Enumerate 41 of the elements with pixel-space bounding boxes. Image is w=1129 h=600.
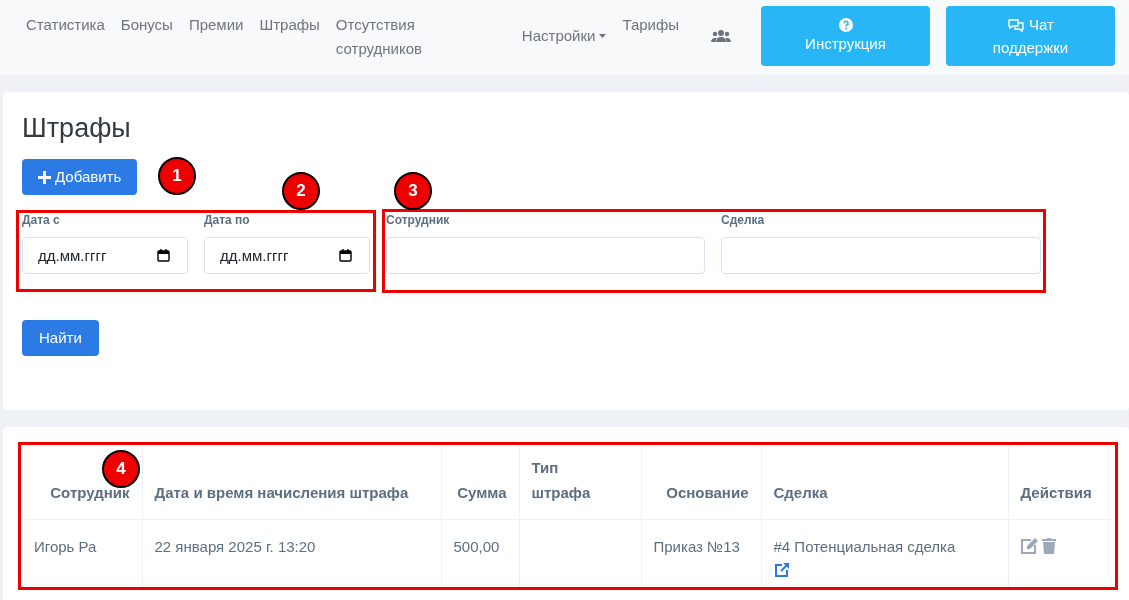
caret-icon bbox=[599, 34, 607, 38]
external-link-icon[interactable] bbox=[773, 561, 790, 578]
input-field[interactable] bbox=[386, 237, 705, 274]
nav-link[interactable]: Премии bbox=[188, 13, 244, 37]
date-field[interactable]: дд.мм.гггг bbox=[22, 237, 188, 274]
column-header: Действия bbox=[1008, 445, 1110, 519]
nav-dropdown[interactable]: Настройки bbox=[521, 24, 607, 48]
nav-link[interactable]: Штрафы bbox=[259, 13, 320, 37]
table-cell: Приказ №13 bbox=[653, 537, 740, 555]
instruction-button[interactable]: Инструкция bbox=[761, 6, 930, 66]
field-label: Дата по bbox=[204, 212, 251, 229]
column-header: Сделка bbox=[761, 445, 1008, 519]
page-title: Штрафы bbox=[22, 112, 132, 145]
edit-icon[interactable] bbox=[1020, 537, 1038, 554]
field-label: Сделка bbox=[721, 212, 766, 229]
nav-link[interactable]: Статистика bbox=[26, 13, 105, 37]
column-header: Тип штрафа bbox=[519, 445, 641, 519]
column-header: Основание bbox=[641, 445, 761, 519]
help-icon bbox=[838, 17, 853, 32]
calendar-icon[interactable] bbox=[339, 249, 352, 262]
input-field[interactable] bbox=[721, 237, 1041, 274]
plus-icon bbox=[38, 170, 51, 184]
table-cell-text: #4 Потенциальная сделка bbox=[773, 536, 957, 557]
users-icon[interactable] bbox=[711, 29, 732, 43]
nav-link[interactable]: Отсутствия сотрудников bbox=[335, 13, 456, 61]
table-cell: 500,00 bbox=[453, 537, 500, 555]
column-header: Дата и время начисления штрафа bbox=[142, 445, 441, 519]
nav-link[interactable]: Бонусы bbox=[120, 13, 173, 37]
field-label: Дата с bbox=[22, 212, 61, 229]
table-cell: 22 января 2025 г. 13:20 bbox=[154, 537, 316, 555]
support-chat-button[interactable]: Чат поддержки bbox=[946, 6, 1115, 66]
trash-icon[interactable] bbox=[1041, 537, 1056, 554]
search-button[interactable]: Найти bbox=[22, 320, 99, 356]
field-label: Сотрудник bbox=[386, 212, 451, 229]
nav-link[interactable]: Тарифы bbox=[622, 13, 680, 37]
chat-icon bbox=[1007, 17, 1026, 32]
calendar-icon[interactable] bbox=[157, 249, 170, 262]
date-field[interactable]: дд.мм.гггг bbox=[204, 237, 370, 274]
table-cell: Игорь Ра bbox=[34, 537, 97, 555]
add-button[interactable]: Добавить bbox=[22, 159, 138, 195]
column-header: Сумма bbox=[441, 445, 519, 519]
